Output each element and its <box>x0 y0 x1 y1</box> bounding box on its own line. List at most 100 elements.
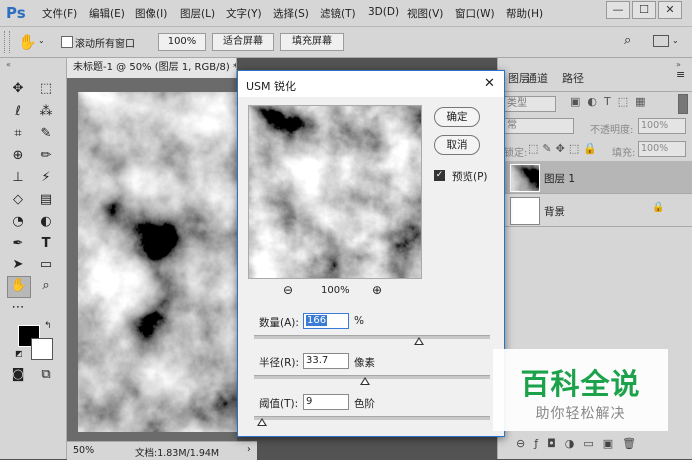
document-tab[interactable]: 未标题-1 @ 50% (图层 1, RGB/8) * <box>67 58 237 78</box>
filter-icons[interactable]: ▣◐T⬚▦ <box>570 95 653 108</box>
clouds-image <box>78 92 238 432</box>
chevron-down-icon[interactable]: ⌄ <box>38 36 45 45</box>
threshold-slider-thumb[interactable] <box>257 418 268 426</box>
hand-tool-active-icon[interactable]: ✋ <box>7 276 31 298</box>
dialog-close-button[interactable]: ✕ <box>484 76 495 91</box>
zoom-100-button[interactable]: 100% <box>158 33 206 51</box>
layer-thumbnail <box>510 164 540 192</box>
type-tool-icon[interactable]: T <box>36 235 56 253</box>
grip-handle[interactable] <box>4 31 10 53</box>
pen-tool-icon[interactable]: ✒ <box>8 235 28 253</box>
rectangle-tool-icon[interactable]: ▭ <box>36 256 56 274</box>
maximize-button[interactable]: ☐ <box>632 1 656 19</box>
gradient-tool-icon[interactable]: ▤ <box>36 191 56 209</box>
cancel-button[interactable]: 取消 <box>434 135 480 155</box>
zoom-in-icon[interactable]: ⊕ <box>372 283 382 297</box>
fit-screen-button[interactable]: 适合屏幕 <box>212 33 274 51</box>
menu-3d[interactable]: 3D(D) <box>368 6 399 18</box>
menu-filter[interactable]: 滤镜(T) <box>320 6 356 21</box>
background-color-swatch[interactable] <box>31 338 53 360</box>
opacity-label: 不透明度: <box>590 125 634 136</box>
menu-type[interactable]: 文字(Y) <box>226 6 262 21</box>
zoom-out-icon[interactable]: ⊖ <box>283 283 293 297</box>
scroll-all-windows-label: 滚动所有窗口 <box>75 39 135 50</box>
menu-layer[interactable]: 图层(L) <box>180 6 215 21</box>
preview-zoom-value: 100% <box>321 285 350 296</box>
menu-help[interactable]: 帮助(H) <box>506 6 543 21</box>
threshold-input[interactable]: 9 <box>303 394 349 410</box>
brush-tool-icon[interactable]: ✏ <box>36 147 56 165</box>
radius-slider-thumb[interactable] <box>359 377 370 385</box>
magic-wand-icon[interactable]: ⁂ <box>36 103 56 121</box>
scroll-all-windows-checkbox[interactable] <box>61 36 73 48</box>
crop-tool-icon[interactable]: ⌗ <box>8 125 28 143</box>
fill-value: 100% <box>641 143 669 154</box>
history-brush-icon[interactable]: ⚡ <box>36 169 56 187</box>
panel-menu-icon[interactable]: ≡ <box>676 68 685 81</box>
radius-value: 33.7 <box>306 355 329 366</box>
screen-mode-icon[interactable]: ⧉ <box>36 366 56 384</box>
document-canvas[interactable] <box>78 92 238 432</box>
dodge-tool-icon[interactable]: ◐ <box>36 213 56 231</box>
amount-slider-track[interactable] <box>254 335 490 339</box>
amount-slider-thumb[interactable] <box>414 337 425 345</box>
close-window-button[interactable]: ✕ <box>658 1 682 19</box>
dialog-titlebar[interactable]: USM 锐化 ✕ <box>238 71 504 97</box>
radius-input[interactable]: 33.7 <box>303 353 349 369</box>
radius-slider-track[interactable] <box>254 375 490 379</box>
layer-kind-filter[interactable]: 类型 <box>504 96 556 112</box>
eyedropper-icon[interactable]: ✎ <box>36 125 56 143</box>
filter-toggle[interactable] <box>678 94 688 114</box>
opacity-input[interactable]: 100% <box>638 118 686 134</box>
preview-checkbox[interactable]: ✓ <box>434 170 445 181</box>
layer-row[interactable]: 背景 🔒 <box>498 194 692 226</box>
minimize-button[interactable]: — <box>606 1 630 19</box>
quick-mask-icon[interactable]: ◙ <box>8 366 28 384</box>
layer-actions-bar[interactable]: ⊖ƒ◘◑▭▣🗑 <box>516 437 645 450</box>
menu-image[interactable]: 图像(I) <box>135 6 167 21</box>
clone-stamp-icon[interactable]: ⊥ <box>8 169 28 187</box>
more-tools-icon[interactable]: ⋯ <box>8 299 28 317</box>
search-icon[interactable]: ⌕ <box>624 33 631 48</box>
threshold-slider-track[interactable] <box>254 416 490 420</box>
lock-icons[interactable]: ⬚✎✥⬚🔒 <box>528 142 601 155</box>
zoom-tool-icon[interactable]: ⌕ <box>36 277 56 295</box>
move-tool-icon[interactable]: ✥ <box>8 80 28 98</box>
amount-input[interactable]: 166 <box>303 313 349 329</box>
zoom-level[interactable]: 50% <box>73 445 94 456</box>
fill-input[interactable]: 100% <box>638 141 686 157</box>
fill-screen-button[interactable]: 填充屏幕 <box>280 33 344 51</box>
status-menu-arrow[interactable]: › <box>247 444 251 455</box>
menu-select[interactable]: 选择(S) <box>273 6 309 21</box>
marquee-tool-icon[interactable]: ⬚ <box>36 80 56 98</box>
preview-pane[interactable] <box>248 105 422 279</box>
tab-paths[interactable]: 路径 <box>562 70 584 86</box>
background-thumbnail <box>510 197 540 225</box>
lock-icon: 🔒 <box>652 202 665 213</box>
watermark-title: 百科全说 <box>520 367 641 401</box>
menu-view[interactable]: 视图(V) <box>407 6 443 21</box>
hand-tool-icon[interactable]: ✋ <box>18 33 37 51</box>
options-bar: ✋ ⌄ 滚动所有窗口 100% 适合屏幕 填充屏幕 ⌕ ⌄ <box>0 27 692 58</box>
swap-colors-icon[interactable]: ↰ <box>44 321 52 331</box>
blur-tool-icon[interactable]: ◔ <box>8 213 28 231</box>
menu-window[interactable]: 窗口(W) <box>455 6 495 21</box>
ok-button[interactable]: 确定 <box>434 107 480 127</box>
layer-row-selected[interactable]: 图层 1 <box>498 161 692 193</box>
eraser-tool-icon[interactable]: ◇ <box>8 191 28 209</box>
menu-edit[interactable]: 编辑(E) <box>89 6 125 21</box>
default-colors-icon[interactable]: ◩ <box>15 349 23 358</box>
workspace-icon[interactable] <box>653 35 669 47</box>
healing-brush-icon[interactable]: ⊕ <box>8 147 28 165</box>
path-selection-icon[interactable]: ➤ <box>8 256 28 274</box>
amount-label: 数量(A): <box>259 317 299 329</box>
watermark: 百科全说 助你轻松解决 <box>493 349 668 431</box>
collapse-arrows-icon[interactable]: « <box>6 60 11 69</box>
blend-mode-select[interactable]: 常 <box>504 118 574 134</box>
lasso-tool-icon[interactable]: ℓ <box>8 103 28 121</box>
menu-file[interactable]: 文件(F) <box>42 6 77 21</box>
radius-label: 半径(R): <box>259 357 300 369</box>
tab-channels[interactable]: 通道 <box>526 70 548 86</box>
workspace-chevron-icon[interactable]: ⌄ <box>672 36 679 45</box>
fill-label: 填充: <box>612 148 636 159</box>
